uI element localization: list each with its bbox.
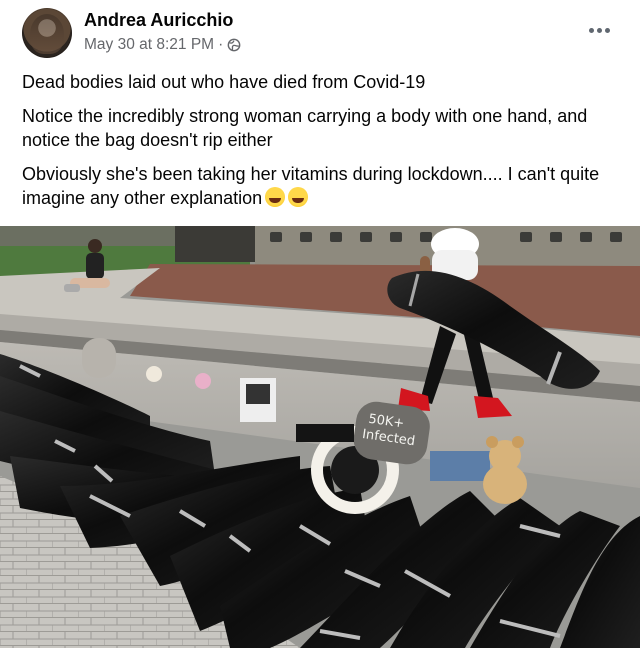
author-name[interactable]: Andrea Auricchio	[84, 10, 233, 31]
protest-photo: 50K+ Infected	[0, 226, 640, 648]
post-line-2: Notice the incredibly strong woman carry…	[22, 106, 588, 150]
avatar[interactable]	[22, 8, 72, 58]
post-line-1: Dead bodies laid out who have died from …	[22, 72, 426, 92]
globe-icon[interactable]	[227, 38, 241, 52]
more-options-icon[interactable]	[584, 20, 614, 40]
post-text: Dead bodies laid out who have died from …	[22, 70, 622, 220]
post-header: Andrea Auricchio May 30 at 8:21 PM ·	[0, 0, 640, 64]
post-line-3-text: Obviously she's been taking her vitamins…	[22, 164, 600, 208]
meta-separator: ·	[218, 36, 224, 53]
post-meta: May 30 at 8:21 PM ·	[84, 36, 241, 54]
post-photo[interactable]: 50K+ Infected	[0, 226, 640, 648]
post-line-3: Obviously she's been taking her vitamins…	[22, 162, 622, 210]
timestamp[interactable]: May 30 at 8:21 PM	[84, 36, 214, 54]
rolling-laughing-emoji	[288, 187, 309, 207]
laughing-crying-emoji	[265, 187, 286, 207]
